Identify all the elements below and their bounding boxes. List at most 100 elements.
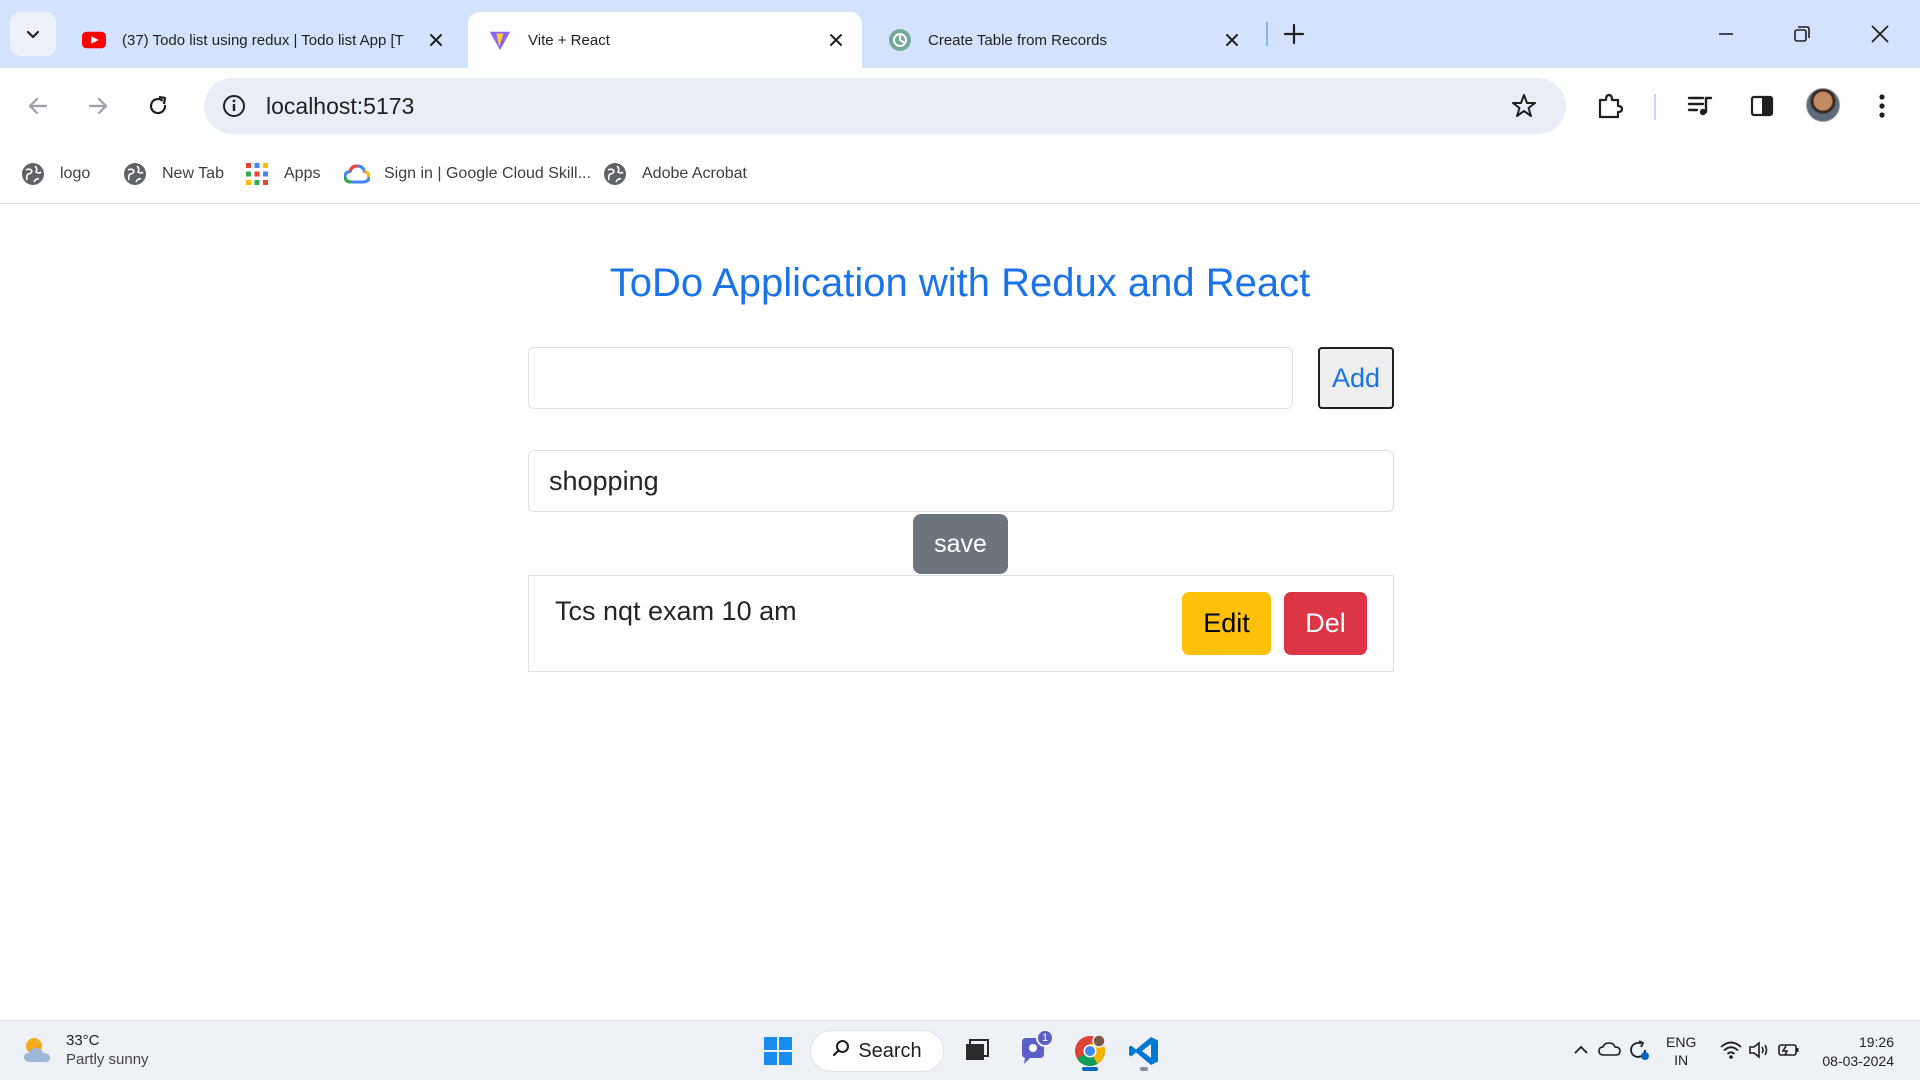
- tab-strip: (37) Todo list using redux | Todo list A…: [0, 0, 1920, 68]
- minimize-button[interactable]: [1708, 16, 1744, 52]
- restore-icon: [1794, 26, 1810, 42]
- todo-list: Tcs nqt exam 10 am Edit Del: [528, 575, 1394, 672]
- page-title: ToDo Application with Redux and React: [609, 261, 1311, 305]
- taskbar-search[interactable]: Search: [810, 1030, 944, 1072]
- site-info-icon[interactable]: [214, 86, 254, 126]
- globe-icon: [20, 161, 46, 187]
- taskbar-teams-chat[interactable]: 1: [1010, 1029, 1056, 1073]
- profile-avatar[interactable]: [1806, 88, 1840, 122]
- tab-divider: [1266, 22, 1268, 46]
- clock-date: 08-03-2024: [1822, 1053, 1894, 1069]
- page-viewport: ToDo Application with Redux and React Ad…: [0, 205, 1920, 1020]
- onedrive-icon[interactable]: [1598, 1039, 1622, 1062]
- save-button[interactable]: save: [913, 514, 1008, 574]
- search-icon: [832, 1039, 850, 1063]
- taskbar-vscode[interactable]: [1120, 1029, 1168, 1073]
- forward-button[interactable]: [78, 86, 118, 126]
- close-window-button[interactable]: [1862, 16, 1898, 52]
- chrome-menu-button[interactable]: [1862, 86, 1902, 126]
- add-button[interactable]: Add: [1318, 347, 1394, 409]
- edit-button[interactable]: Edit: [1182, 592, 1271, 655]
- windows-logo-icon: [764, 1037, 792, 1065]
- weather-widget[interactable]: 33°C Partly sunny: [20, 1031, 149, 1069]
- task-view-icon: [966, 1039, 989, 1060]
- youtube-icon: [82, 28, 106, 52]
- edit-todo-input[interactable]: shopping: [528, 450, 1394, 512]
- google-cloud-icon: [344, 161, 370, 187]
- task-view-button[interactable]: [955, 1029, 999, 1073]
- bookmarks-bar: logo New Tab Apps Sign in | Google Cloud…: [0, 144, 1920, 204]
- bookmark-logo[interactable]: logo: [20, 156, 90, 192]
- plus-icon: [1283, 23, 1305, 45]
- language-code: ENG: [1666, 1034, 1697, 1050]
- vite-icon: [488, 28, 512, 52]
- delete-button[interactable]: Del: [1284, 592, 1367, 655]
- bookmark-apps[interactable]: Apps: [244, 156, 320, 192]
- reload-icon: [149, 95, 167, 115]
- weather-temperature: 33°C: [66, 1032, 100, 1049]
- new-todo-input[interactable]: [528, 347, 1293, 409]
- close-icon[interactable]: [1220, 28, 1244, 52]
- side-panel-button[interactable]: [1742, 86, 1782, 126]
- sync-icon[interactable]: [1626, 1038, 1650, 1065]
- bookmark-label: New Tab: [162, 165, 224, 182]
- bookmark-google-cloud[interactable]: Sign in | Google Cloud Skill...: [344, 156, 591, 192]
- language-region: IN: [1674, 1052, 1689, 1068]
- tab-label: (37) Todo list using redux | Todo list A…: [122, 31, 404, 49]
- arrow-left-icon: [28, 97, 48, 115]
- windows-taskbar: 33°C Partly sunny Search 1 ENG IN 19:26 …: [0, 1020, 1920, 1080]
- chatgpt-icon: [888, 28, 912, 52]
- bookmark-star-icon[interactable]: [1504, 86, 1544, 126]
- chrome-icon: [1075, 1034, 1106, 1067]
- running-indicator: [1140, 1067, 1148, 1071]
- bookmark-label: Adobe Acrobat: [642, 165, 747, 182]
- clock[interactable]: 19:26 08-03-2024: [1808, 1033, 1894, 1071]
- restore-button[interactable]: [1784, 16, 1820, 52]
- taskbar-chrome[interactable]: [1066, 1029, 1114, 1073]
- tab-youtube[interactable]: (37) Todo list using redux | Todo list A…: [62, 12, 462, 68]
- bookmark-label: logo: [60, 165, 91, 182]
- chevron-up-icon[interactable]: [1572, 1041, 1590, 1062]
- language-indicator[interactable]: ENG IN: [1666, 1033, 1696, 1069]
- close-icon[interactable]: [424, 28, 448, 52]
- bookmark-new-tab[interactable]: New Tab: [122, 156, 224, 192]
- tab-label: Create Table from Records: [928, 31, 1107, 49]
- browser-toolbar: localhost:5173: [0, 68, 1920, 144]
- toolbar-divider: [1654, 94, 1656, 120]
- extensions-button[interactable]: [1590, 86, 1630, 126]
- minimize-icon: [1719, 33, 1733, 35]
- vscode-icon: [1129, 1037, 1158, 1065]
- tab-search-button[interactable]: [10, 12, 56, 56]
- running-indicator: [1082, 1067, 1098, 1071]
- tab-label: Vite + React: [528, 31, 610, 49]
- side-panel-icon: [1750, 95, 1774, 117]
- playlist-icon: [1687, 96, 1713, 116]
- reload-button[interactable]: [138, 86, 178, 126]
- globe-icon: [602, 161, 628, 187]
- apps-grid-icon: [244, 161, 270, 187]
- clock-time: 19:26: [1858, 1034, 1894, 1050]
- start-button[interactable]: [756, 1029, 800, 1073]
- globe-icon: [122, 161, 148, 187]
- puzzle-icon: [1598, 93, 1624, 119]
- media-controls-button[interactable]: [1680, 86, 1720, 126]
- search-label: Search: [858, 1039, 922, 1062]
- back-button[interactable]: [18, 86, 58, 126]
- address-bar[interactable]: localhost:5173: [204, 78, 1566, 134]
- arrow-right-icon: [88, 97, 108, 115]
- close-icon[interactable]: [824, 28, 848, 52]
- todo-text: Tcs nqt exam 10 am: [555, 596, 797, 626]
- weather-condition: Partly sunny: [66, 1051, 149, 1068]
- url-text[interactable]: localhost:5173: [266, 78, 414, 134]
- notification-badge: 1: [1036, 1029, 1054, 1047]
- partly-sunny-icon: [20, 1032, 56, 1068]
- bookmark-label: Apps: [284, 165, 321, 182]
- tab-chatgpt[interactable]: Create Table from Records: [868, 12, 1258, 68]
- bookmark-label: Sign in | Google Cloud Skill...: [384, 165, 591, 182]
- battery-icon: [1776, 1040, 1800, 1063]
- more-vertical-icon: [1879, 94, 1885, 118]
- bookmark-adobe-acrobat[interactable]: Adobe Acrobat: [602, 156, 747, 192]
- new-tab-button[interactable]: [1280, 20, 1308, 48]
- tab-vite-react[interactable]: Vite + React: [468, 12, 862, 68]
- wifi-icon: [1720, 1040, 1742, 1063]
